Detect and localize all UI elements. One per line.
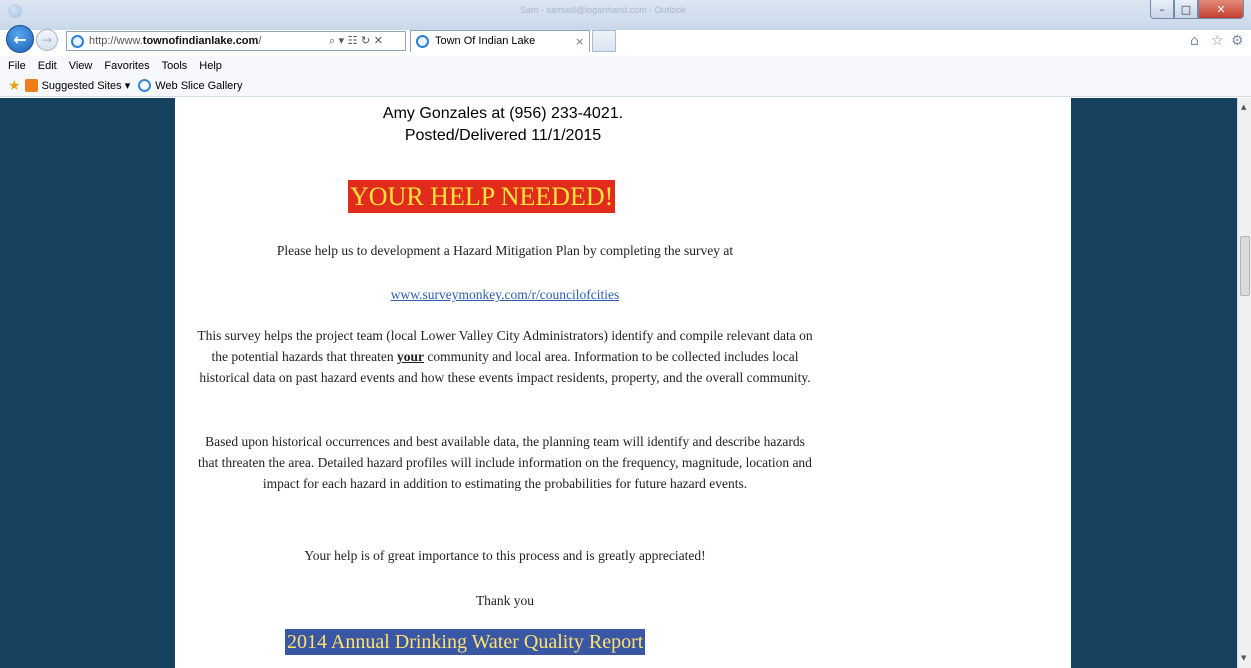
menu-view[interactable]: View — [69, 60, 93, 72]
help-needed-banner: YOUR HELP NEEDED! — [348, 180, 616, 213]
planning-paragraph: Based upon historical occurrences and be… — [198, 434, 812, 491]
tab-close-button[interactable]: × — [575, 35, 584, 48]
menu-file[interactable]: File — [8, 60, 26, 72]
suggested-sites-link[interactable]: Suggested Sites ▾ — [42, 79, 131, 92]
address-bar[interactable]: http://www.townofindianlake.com/ ⌕ ▾ ☷ ↻… — [66, 31, 406, 51]
address-controls[interactable]: ⌕ ▾ ☷ ↻ ✕ — [329, 34, 383, 48]
scroll-up-icon[interactable]: ▲ — [1241, 103, 1246, 111]
menu-bar: File Edit View Favorites Tools Help — [0, 56, 1251, 75]
page-content: Amy Gonzales at (956) 233-4021. Posted/D… — [175, 98, 1071, 668]
menu-tools[interactable]: Tools — [162, 60, 188, 72]
url-prefix: http://www. — [89, 35, 143, 47]
scroll-thumb[interactable] — [1240, 236, 1250, 296]
importance-text: Your help is of great importance to this… — [304, 548, 706, 563]
back-button[interactable]: ← — [6, 25, 34, 53]
vertical-scrollbar[interactable]: ▲ ▼ — [1237, 98, 1251, 668]
close-window-button[interactable]: ✕ — [1198, 0, 1244, 19]
url-domain: townofindianlake.com — [142, 35, 259, 47]
contact-line: Amy Gonzales at (956) 233-4021. — [382, 105, 624, 122]
tab-title: Town Of Indian Lake — [435, 35, 536, 47]
favorites-bar: ★ Suggested Sites ▾ Web Slice Gallery — [0, 75, 1251, 97]
star-icon[interactable]: ☆ — [1211, 33, 1224, 49]
new-tab-button[interactable] — [592, 30, 616, 52]
para1-emphasis: your — [397, 349, 425, 364]
page-viewport: Amy Gonzales at (956) 233-4021. Posted/D… — [0, 98, 1237, 668]
ie-logo-icon — [8, 4, 22, 18]
menu-edit[interactable]: Edit — [38, 60, 57, 72]
maximize-button[interactable]: □ — [1174, 0, 1198, 19]
water-quality-report-link[interactable]: 2014 Annual Drinking Water Quality Repor… — [285, 629, 646, 655]
survey-intro-text: Please help us to development a Hazard M… — [276, 243, 734, 258]
minimize-button[interactable]: – — [1150, 0, 1174, 19]
survey-description-paragraph: This survey helps the project team (loca… — [195, 325, 815, 388]
ie-page-icon — [71, 35, 84, 48]
navigation-bar: ← → http://www.townofindianlake.com/ ⌕ ▾… — [0, 22, 1251, 56]
thank-you-text: Thank you — [475, 593, 535, 608]
suggested-sites-icon — [24, 79, 38, 92]
forward-arrow-icon: → — [41, 33, 53, 47]
address-url[interactable]: http://www.townofindianlake.com/ — [89, 35, 261, 47]
menu-help[interactable]: Help — [199, 60, 222, 72]
window-title: Sam - samwill@loganhand.com - Outlook — [520, 5, 686, 15]
web-slice-icon — [138, 79, 152, 92]
survey-link[interactable]: www.surveymonkey.com/r/councilofcities — [175, 284, 835, 305]
web-slice-gallery-link[interactable]: Web Slice Gallery — [155, 80, 242, 92]
posted-date-line: Posted/Delivered 11/1/2015 — [404, 127, 602, 144]
back-arrow-icon: ← — [13, 29, 27, 49]
url-suffix: / — [258, 35, 262, 47]
menu-favorites[interactable]: Favorites — [104, 60, 149, 72]
favorites-star-icon[interactable]: ★ — [8, 78, 21, 94]
home-icon[interactable]: ⌂ — [1190, 33, 1199, 49]
tab-town-of-indian-lake[interactable]: Town Of Indian Lake × — [410, 30, 590, 52]
forward-button[interactable]: → — [36, 29, 58, 51]
gear-icon[interactable]: ⚙ — [1231, 33, 1244, 49]
scroll-down-icon[interactable]: ▼ — [1241, 654, 1246, 662]
ie-tab-icon — [416, 35, 429, 48]
